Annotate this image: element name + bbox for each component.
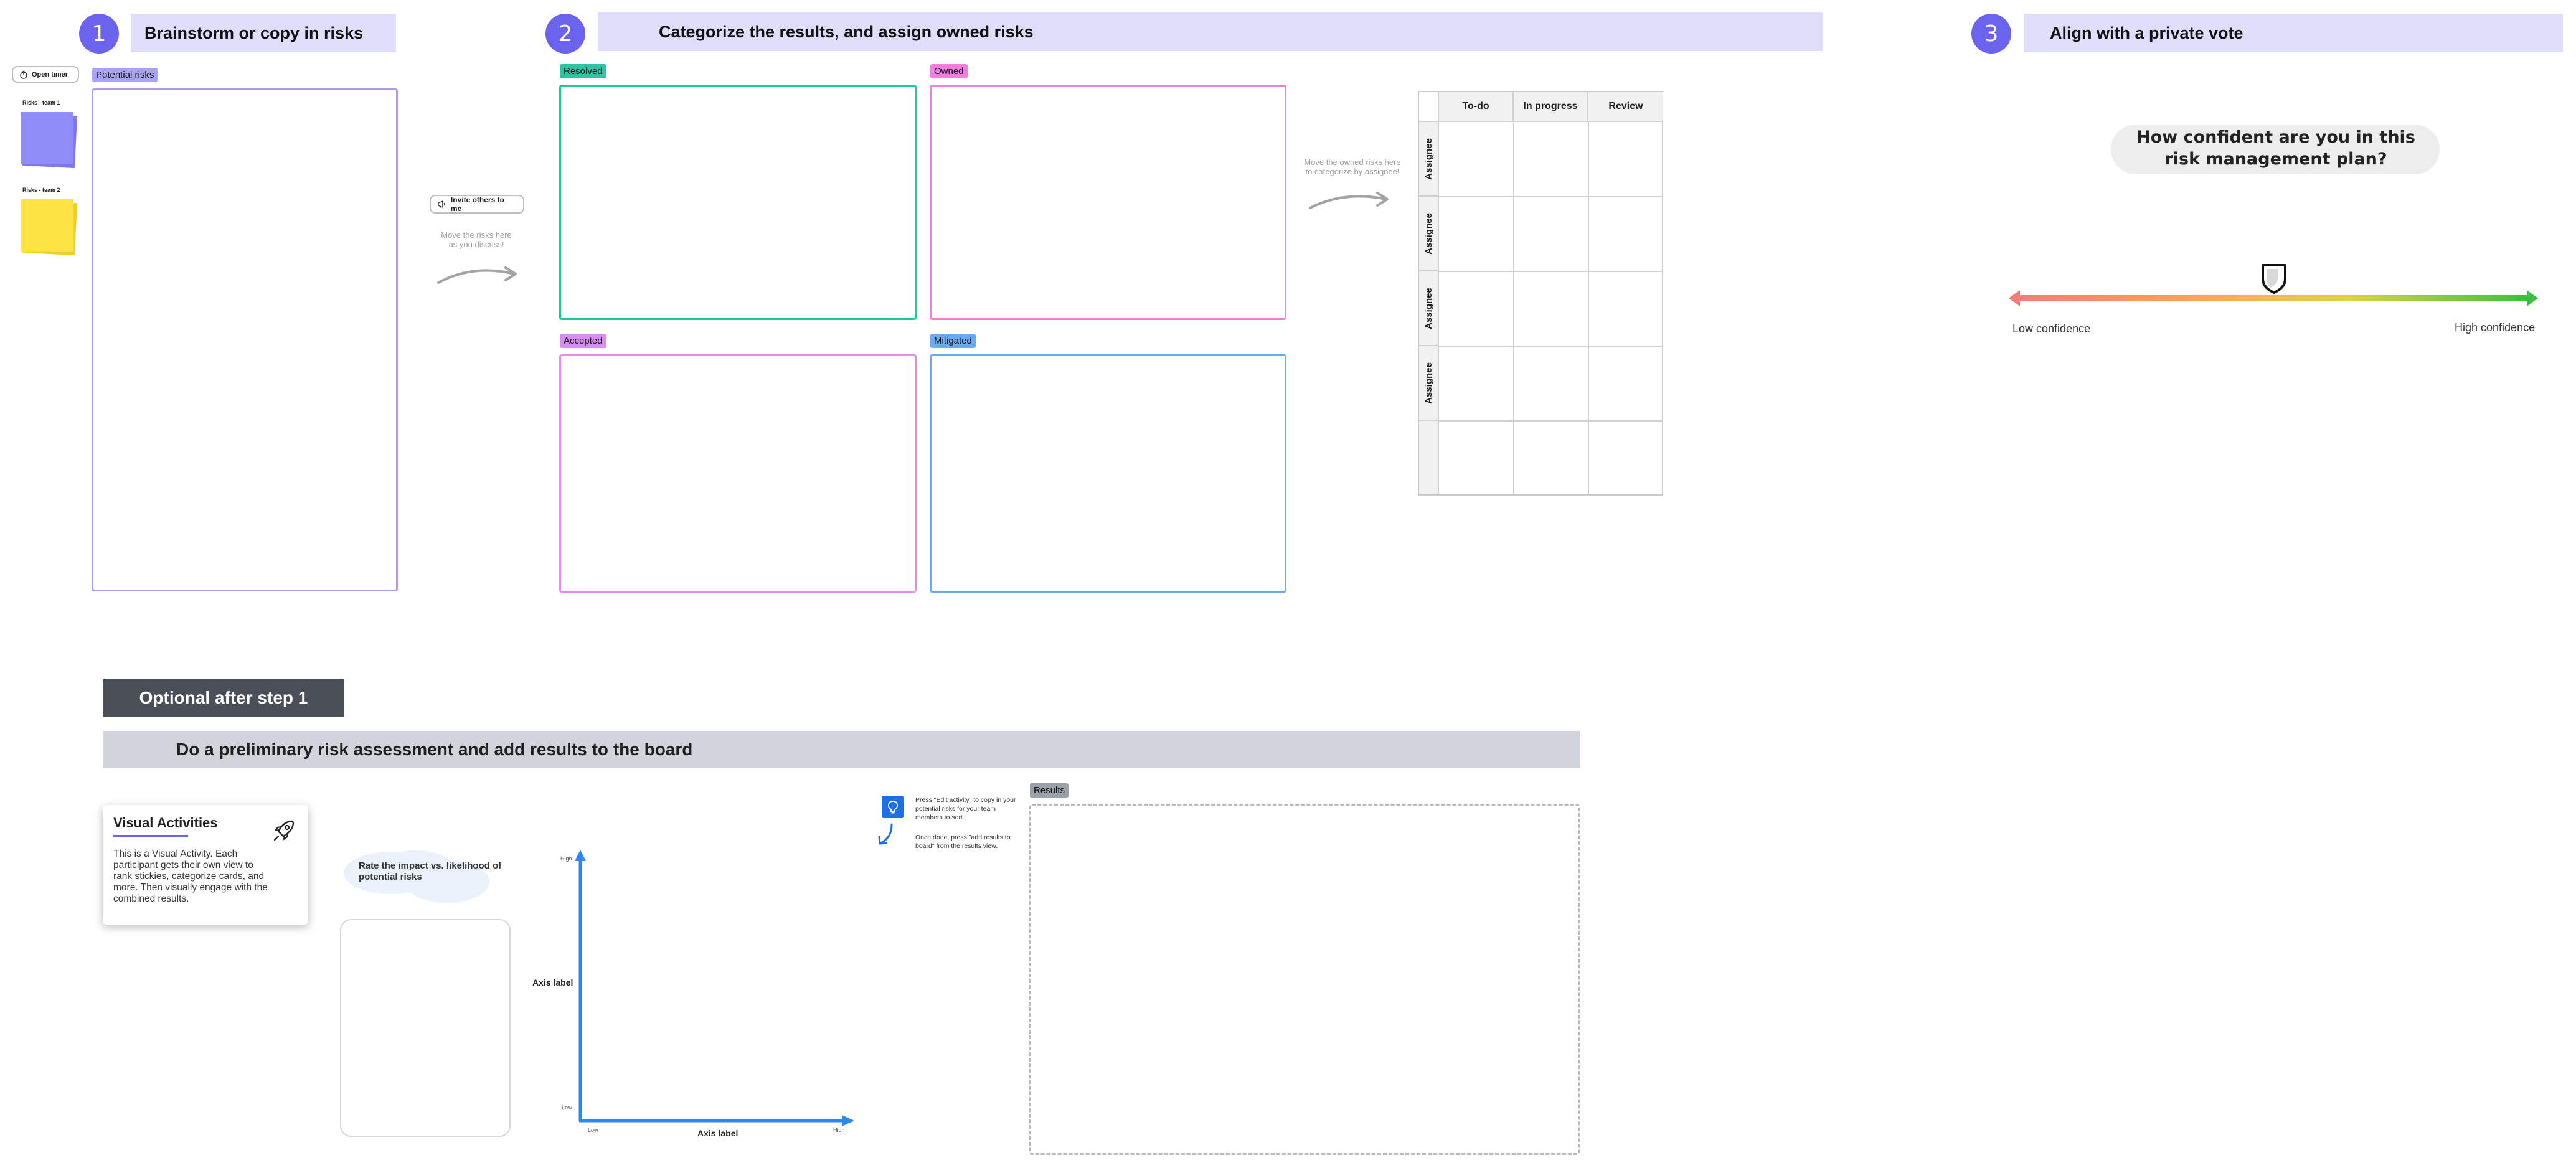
results-tag: Results (1030, 783, 1069, 798)
sticky-note-team-2[interactable] (21, 199, 73, 252)
results-dropzone[interactable] (1029, 804, 1580, 1155)
invite-others-button[interactable]: Invite others to me (430, 195, 524, 214)
accepted-frame[interactable] (559, 354, 917, 593)
timer-icon (20, 70, 27, 79)
sticky-label-team-2: Risks - team 2 (22, 187, 60, 193)
mitigated-tag: Mitigated (930, 334, 976, 348)
potential-risks-tag: Potential risks (92, 68, 158, 82)
y-axis-low-label: Low (562, 1104, 572, 1111)
assignee-kanban-board[interactable]: To-do In progress Review Assignee Assign… (1418, 91, 1663, 496)
hint-move-owned: Move the owned risks here to categorize … (1304, 158, 1401, 176)
kanban-corner (1419, 92, 1439, 122)
x-axis-label: Axis label (697, 1128, 738, 1138)
resolved-frame[interactable] (559, 85, 917, 320)
step-2-title: Categorize the results, and assign owned… (598, 12, 1823, 51)
high-confidence-label: High confidence (2455, 321, 2536, 334)
x-axis-high-label: High (833, 1127, 845, 1133)
curved-arrow-icon (437, 266, 517, 284)
kanban-column-review: Review (1588, 92, 1663, 122)
impact-likelihood-axes (575, 850, 854, 1126)
mitigated-frame[interactable] (930, 354, 1286, 593)
activity-preview-card[interactable] (340, 919, 511, 1137)
step-1-badge: 1 (79, 14, 119, 54)
y-axis-high-label: High (560, 855, 572, 862)
kanban-row-label: Assignee (1419, 197, 1439, 271)
visual-activities-body: This is a Visual Activity. Each particip… (113, 849, 268, 904)
tip-line-1: Press "Edit activity" to copy in your po… (915, 796, 1016, 821)
rate-prompt: Rate the impact vs. likelihood of potent… (359, 860, 502, 882)
invite-others-label: Invite others to me (450, 195, 504, 213)
y-axis-label: Axis label (532, 977, 573, 987)
kanban-column-todo: To-do (1439, 92, 1514, 122)
kanban-grid-line (1513, 122, 1514, 494)
step-2-badge: 2 (545, 14, 585, 54)
curved-arrow-icon (1309, 192, 1389, 209)
sticky-label-team-1: Risks - team 1 (22, 100, 60, 106)
kanban-row-label (1419, 421, 1439, 494)
title-underline (113, 835, 188, 837)
accepted-tag: Accepted (560, 334, 606, 348)
vote-question: How confident are you in this risk manag… (2136, 128, 2415, 169)
hint-move-risks: Move the risks here as you discuss! (441, 230, 512, 249)
megaphone-icon (438, 200, 445, 209)
kanban-grid-line (1439, 420, 1663, 422)
resolved-tag: Resolved (560, 64, 606, 78)
low-confidence-label: Low confidence (2012, 323, 2091, 335)
sticky-note-team-1[interactable] (21, 112, 73, 164)
step-3-title: Align with a private vote (2024, 14, 2563, 52)
owned-tag: Owned (930, 64, 968, 78)
kanban-grid-line (1439, 196, 1663, 197)
step-1-title: Brainstorm or copy in risks (131, 14, 396, 52)
x-axis-low-label: Low (588, 1127, 598, 1133)
visual-activities-title: Visual Activities (113, 815, 218, 831)
rocket-icon (273, 820, 295, 841)
vote-marker-shield-icon[interactable] (2259, 263, 2289, 294)
curved-arrow-down-icon (878, 823, 893, 845)
kanban-row-label: Assignee (1419, 271, 1439, 346)
kanban-column-in-progress: In progress (1514, 92, 1588, 122)
kanban-row-label: Assignee (1419, 122, 1439, 197)
tip-line-2: Once done, press "add results to board" … (915, 834, 1011, 850)
kanban-grid-line (1439, 346, 1663, 347)
open-timer-button[interactable]: Open timer (12, 66, 79, 83)
visual-activities-card[interactable]: Visual Activities This is a Visual Activ… (103, 805, 308, 925)
optional-after-step-1-button[interactable]: Optional after step 1 (103, 679, 344, 717)
step-3-badge: 3 (1971, 14, 2011, 54)
kanban-grid-line (1439, 271, 1663, 272)
open-timer-label: Open timer (32, 70, 68, 78)
lightbulb-icon (882, 796, 904, 818)
kanban-grid-line (1588, 122, 1589, 494)
kanban-row-label: Assignee (1419, 346, 1439, 421)
optional-instruction-bar: Do a preliminary risk assessment and add… (103, 731, 1580, 768)
potential-risks-frame[interactable] (92, 88, 398, 591)
owned-frame[interactable] (930, 85, 1286, 320)
